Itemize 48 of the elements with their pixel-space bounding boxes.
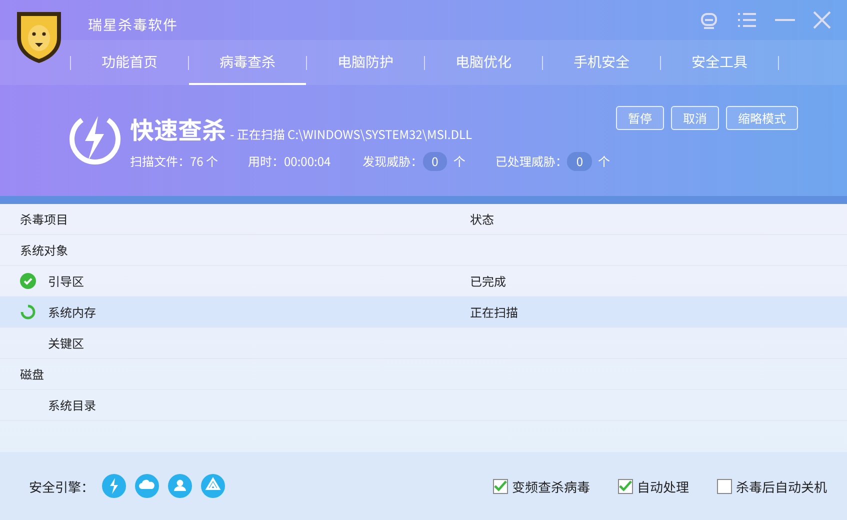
checkbox[interactable]: [618, 478, 633, 494]
checkbox[interactable]: [492, 478, 508, 494]
scan-item-row[interactable]: 系统内存 正在扫描: [0, 297, 847, 328]
spinner-icon: [20, 304, 36, 320]
scan-button[interactable]: 缩略模式: [726, 106, 798, 130]
stat-label: 已处理威胁：: [495, 153, 568, 170]
stat-label: 扫描文件：76 个: [130, 153, 218, 170]
close-icon[interactable]: [813, 11, 831, 29]
stat-label: 发现威胁：: [362, 153, 423, 170]
count-badge: 0: [567, 152, 592, 171]
person-engine-icon[interactable]: [168, 474, 192, 498]
column-header: 杀毒项目: [20, 210, 70, 228]
window-title: 瑞星杀毒软件: [88, 15, 178, 35]
nav-tab[interactable]: 功能首页: [71, 40, 188, 85]
scan-button[interactable]: 取消: [670, 106, 719, 130]
checkbox[interactable]: [716, 478, 732, 494]
item-label: 关键区: [48, 334, 84, 352]
item-label: 系统目录: [48, 396, 96, 414]
nav-tab[interactable]: 安全工具: [661, 40, 778, 85]
scan-title: 快速查杀: [130, 111, 226, 146]
status-text: 已完成: [470, 272, 506, 290]
group-label: 系统对象: [20, 242, 68, 258]
column-header: 状态: [470, 210, 496, 228]
option-label: 变频查杀病毒: [512, 476, 590, 496]
check-circle-icon: [20, 273, 36, 289]
nav-tab[interactable]: 手机安全: [543, 40, 660, 85]
option-label: 杀毒后自动关机: [736, 476, 827, 496]
minimize-icon[interactable]: [775, 18, 795, 22]
item-label: 引导区: [48, 272, 84, 290]
scan-path: - 正在扫描 C:\WINDOWS\SYSTEM32\MSI.DLL: [230, 126, 472, 143]
count-badge: 0: [422, 152, 448, 171]
option-label: 自动处理: [636, 476, 689, 496]
nav-tab[interactable]: 病毒查杀: [189, 40, 306, 85]
nav-tab[interactable]: 电脑优化: [425, 40, 542, 85]
menu-icon[interactable]: [737, 12, 757, 28]
cloud-engine-icon[interactable]: [135, 474, 160, 498]
group-label: 磁盘: [20, 366, 44, 382]
stat-unit: 个: [598, 153, 610, 170]
nav-tab[interactable]: 电脑防护: [307, 40, 424, 85]
scan-item-row[interactable]: 关键区: [0, 328, 847, 359]
stat-unit: 个: [453, 153, 466, 170]
bolt-engine-icon[interactable]: [102, 474, 126, 498]
stat-label: 用时：00:00:04: [248, 153, 331, 170]
scan-item-row[interactable]: 系统目录: [0, 390, 847, 421]
engine-label: 安全引擎：: [29, 476, 94, 496]
scan-button[interactable]: 暂停: [616, 106, 664, 130]
item-label: 系统内存: [48, 304, 96, 320]
status-text: 正在扫描: [470, 304, 518, 320]
